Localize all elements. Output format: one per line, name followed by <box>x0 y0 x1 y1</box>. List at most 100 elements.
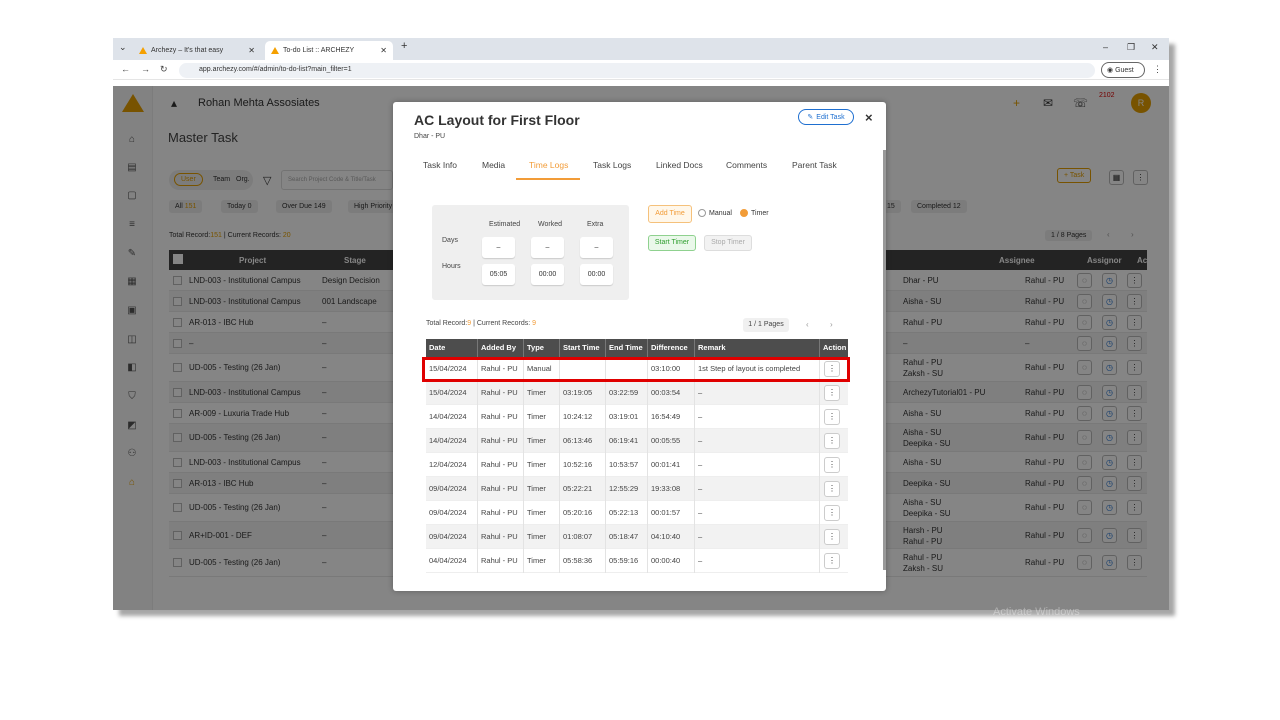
col-end-time: End Time <box>606 339 648 357</box>
tab-task-logs[interactable]: Task Logs <box>593 160 631 170</box>
modal-title: AC Layout for First Floor <box>414 112 580 128</box>
cell-start: 10:52:16 <box>560 453 606 477</box>
row-menu-icon[interactable]: ⋮ <box>824 385 840 401</box>
time-log-row[interactable]: 09/04/2024 Rahul - PU Timer 05:22:21 12:55:2… <box>426 477 848 501</box>
time-logs-header: Date Added By Type Start Time End Time D… <box>426 339 848 357</box>
cell-remark: – <box>695 453 820 477</box>
new-tab-icon[interactable]: + <box>401 40 407 52</box>
extra-days-field: – <box>580 237 613 258</box>
cell-diff: 00:00:40 <box>648 549 695 573</box>
row-menu-icon[interactable]: ⋮ <box>824 433 840 449</box>
cell-remark: – <box>695 549 820 573</box>
time-log-row[interactable]: 09/04/2024 Rahul - PU Timer 05:20:16 05:22:1… <box>426 501 848 525</box>
row-menu-icon[interactable]: ⋮ <box>824 529 840 545</box>
total-label: Total Record: <box>426 320 468 327</box>
col-difference: Difference <box>648 339 695 357</box>
browser-tab-title: Archezy – It's that easy <box>151 47 224 54</box>
cell-remark: – <box>695 429 820 453</box>
cell-end: 03:19:01 <box>606 405 648 429</box>
reload-icon[interactable]: ↻ <box>160 64 168 75</box>
tab-comments[interactable]: Comments <box>726 160 767 170</box>
cell-diff: 04:10:40 <box>648 525 695 549</box>
cell-date: 15/04/2024 <box>426 381 478 405</box>
tab-task-info[interactable]: Task Info <box>423 160 457 170</box>
cell-diff: 00:01:41 <box>648 453 695 477</box>
stop-timer-button[interactable]: Stop Timer <box>704 235 752 251</box>
cell-added-by: Rahul - PU <box>478 405 524 429</box>
radio-timer[interactable] <box>740 209 748 217</box>
modal-close-icon[interactable]: × <box>865 110 873 125</box>
cell-remark: – <box>695 381 820 405</box>
active-tab-indicator <box>516 178 580 180</box>
row-hours: Hours <box>442 263 461 270</box>
worked-hours-field: 00:00 <box>531 264 564 285</box>
estimated-days-field: – <box>482 237 515 258</box>
forward-icon[interactable]: → <box>141 64 150 74</box>
col-worked: Worked <box>538 221 562 228</box>
row-menu-icon[interactable]: ⋮ <box>824 553 840 569</box>
cell-date: 09/04/2024 <box>426 477 478 501</box>
edit-task-button[interactable]: ✎ Edit Task <box>798 109 854 125</box>
back-icon[interactable]: ← <box>121 64 130 74</box>
cell-start: 05:20:16 <box>560 501 606 525</box>
pencil-icon: ✎ <box>807 114 814 121</box>
row-menu-icon[interactable]: ⋮ <box>824 505 840 521</box>
cell-start: 01:08:07 <box>560 525 606 549</box>
cell-date: 12/04/2024 <box>426 453 478 477</box>
close-tab-icon[interactable]: ✕ <box>248 46 255 55</box>
browser-tab-archezy[interactable]: Archezy – It's that easy ✕ <box>133 41 261 60</box>
cell-added-by: Rahul - PU <box>478 453 524 477</box>
col-estimated: Estimated <box>489 221 521 228</box>
cell-added-by: Rahul - PU <box>478 549 524 573</box>
cell-diff: 00:03:54 <box>648 381 695 405</box>
row-menu-icon[interactable]: ⋮ <box>824 481 840 497</box>
archezy-logo-icon <box>271 47 279 54</box>
time-log-row[interactable]: 04/04/2024 Rahul - PU Timer 05:58:36 05:59:1… <box>426 549 848 573</box>
start-timer-button[interactable]: Start Timer <box>648 235 696 251</box>
next-page-icon[interactable]: › <box>830 320 833 329</box>
hours-summary: Estimated Worked Extra Days Hours – – – … <box>432 205 629 300</box>
close-window-icon[interactable]: ✕ <box>1151 42 1159 53</box>
cell-type: Timer <box>524 429 560 453</box>
minimize-icon[interactable]: – <box>1103 42 1108 52</box>
cell-diff: 00:05:55 <box>648 429 695 453</box>
row-menu-icon[interactable]: ⋮ <box>824 457 840 473</box>
col-start-time: Start Time <box>560 339 606 357</box>
profile-button[interactable]: ◉ Guest <box>1101 62 1145 78</box>
current-value: 9 <box>532 320 537 327</box>
cell-date: 09/04/2024 <box>426 525 478 549</box>
maximize-icon[interactable]: ❐ <box>1127 42 1135 53</box>
tab-time-logs[interactable]: Time Logs <box>529 160 568 170</box>
col-extra: Extra <box>587 221 604 228</box>
tab-search-icon[interactable]: ⌄ <box>119 42 127 53</box>
time-log-row[interactable]: 09/04/2024 Rahul - PU Timer 01:08:07 05:18:4… <box>426 525 848 549</box>
archezy-logo-icon <box>139 47 147 54</box>
cell-end: 10:53:57 <box>606 453 648 477</box>
cell-added-by: Rahul - PU <box>478 477 524 501</box>
cell-type: Timer <box>524 501 560 525</box>
close-tab-icon[interactable]: ✕ <box>380 46 387 55</box>
browser-tab-todo[interactable]: To-do List :: ARCHEZY ✕ <box>265 41 393 60</box>
cell-end: 05:59:16 <box>606 549 648 573</box>
log-total-records: Total Record:9 | Current Records: 9 <box>426 320 536 327</box>
modal-scrollbar[interactable] <box>883 150 886 570</box>
add-time-button[interactable]: Add Time <box>648 205 692 223</box>
browser-tab-title: To-do List :: ARCHEZY <box>283 47 355 54</box>
time-log-row[interactable]: 12/04/2024 Rahul - PU Timer 10:52:16 10:53:5… <box>426 453 848 477</box>
radio-timer-label: Timer <box>751 210 769 217</box>
tab-linked-docs[interactable]: Linked Docs <box>656 160 703 170</box>
radio-manual[interactable] <box>698 209 706 217</box>
time-log-row[interactable]: 14/04/2024 Rahul - PU Timer 10:24:12 03:19:0… <box>426 405 848 429</box>
row-menu-icon[interactable]: ⋮ <box>824 409 840 425</box>
tab-parent-task[interactable]: Parent Task <box>792 160 837 170</box>
time-log-row[interactable]: 14/04/2024 Rahul - PU Timer 06:13:46 06:19:4… <box>426 429 848 453</box>
cell-diff: 19:33:08 <box>648 477 695 501</box>
cell-start: 06:13:46 <box>560 429 606 453</box>
cell-added-by: Rahul - PU <box>478 501 524 525</box>
prev-page-icon[interactable]: ‹ <box>806 320 809 329</box>
url-input[interactable]: app.archezy.com/#/admin/to-do-list?main_… <box>179 63 1095 78</box>
time-log-row[interactable]: 15/04/2024 Rahul - PU Timer 03:19:05 03:22:5… <box>426 381 848 405</box>
browser-menu-icon[interactable]: ⋮ <box>1153 64 1162 75</box>
cell-type: Timer <box>524 525 560 549</box>
tab-media[interactable]: Media <box>482 160 505 170</box>
